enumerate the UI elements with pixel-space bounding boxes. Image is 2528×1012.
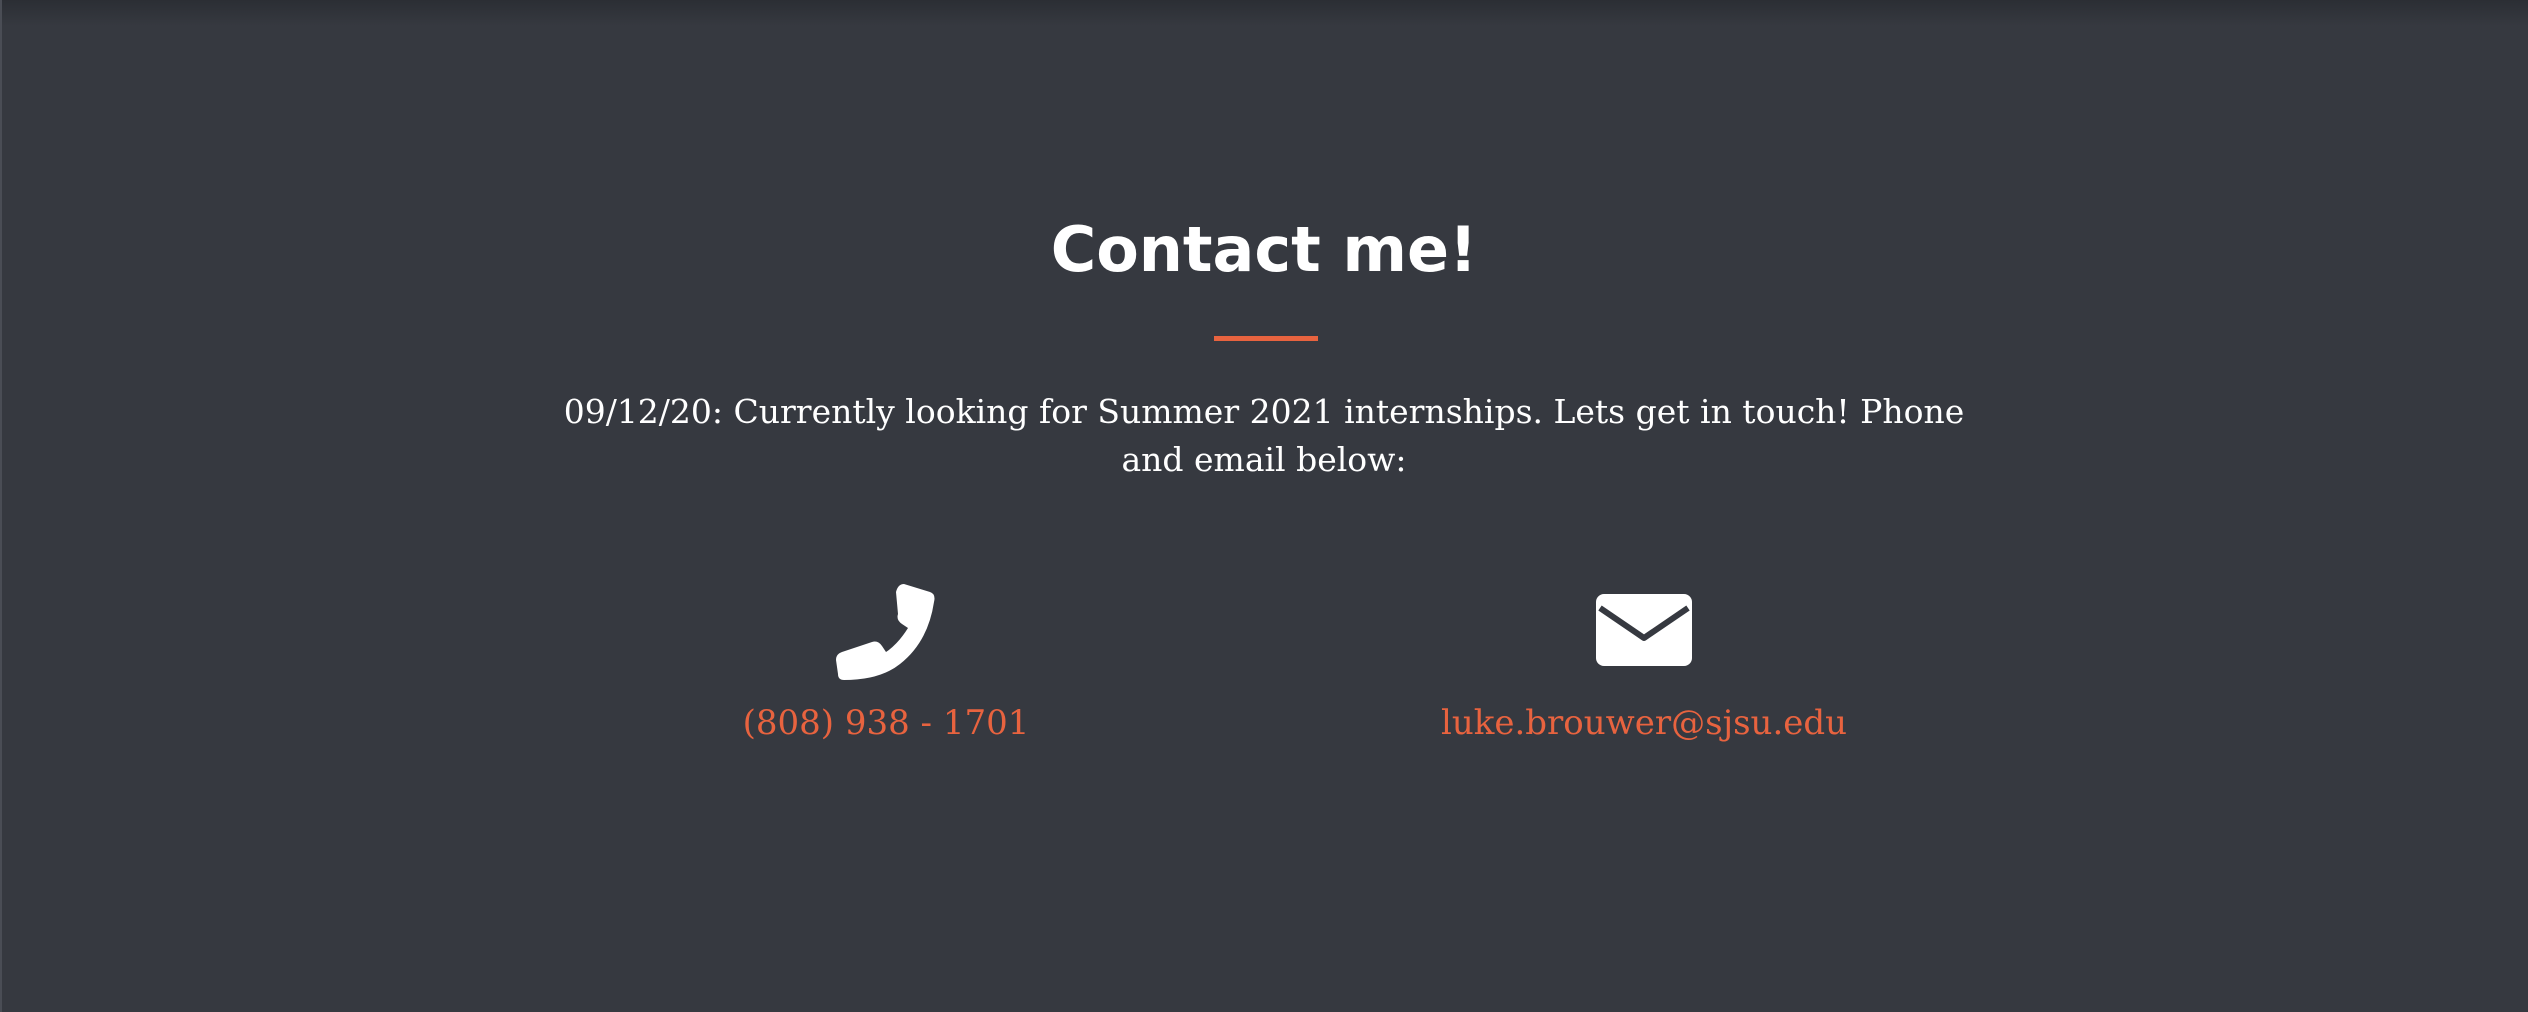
title-divider xyxy=(1214,336,1318,341)
contact-section: Contact me! 09/12/20: Currently looking … xyxy=(0,0,2528,1012)
contact-message: 09/12/20: Currently looking for Summer 2… xyxy=(563,392,1965,479)
phone-link[interactable]: (808) 938 - 1701 xyxy=(743,700,1030,746)
phone-icon xyxy=(831,580,941,686)
email-link[interactable]: luke.brouwer@sjsu.edu xyxy=(1441,700,1847,746)
section-title: Contact me! xyxy=(1050,213,1478,286)
phone-contact: (808) 938 - 1701 xyxy=(636,580,1136,746)
envelope-icon xyxy=(1589,580,1699,686)
email-contact: luke.brouwer@sjsu.edu xyxy=(1394,580,1894,746)
